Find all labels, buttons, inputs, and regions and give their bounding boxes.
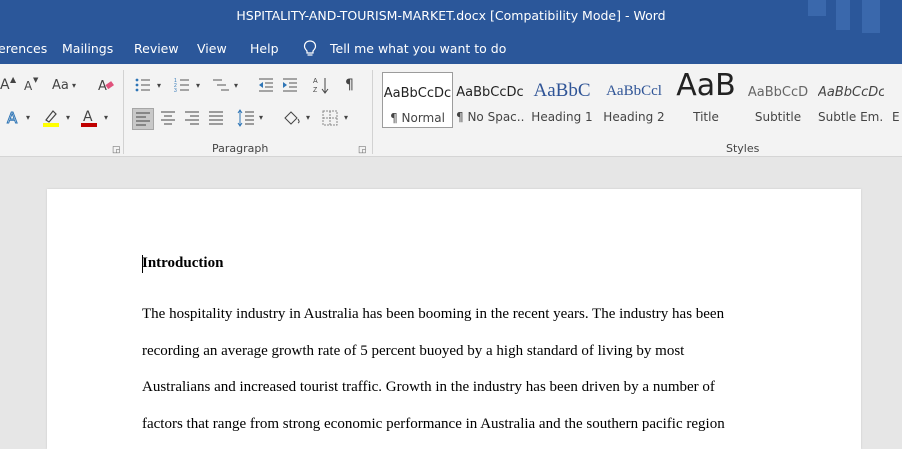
document-page[interactable]: Introduction The hospitality industry in… [47, 189, 861, 449]
paragraph-group-label: Paragraph [212, 142, 269, 155]
font-dialog-launcher-icon[interactable]: ◲ [112, 144, 121, 155]
style-sample: AaBbCcDc [383, 86, 452, 101]
borders-icon[interactable] [322, 110, 338, 126]
tab-help[interactable]: Help [250, 41, 279, 56]
style-name: Heading 1 [531, 110, 593, 124]
style-no-spacing[interactable]: AaBbCcDc ¶ No Spac... [456, 72, 524, 128]
svg-text:3: 3 [174, 88, 177, 92]
style-sample: AaBbCcl [606, 83, 662, 99]
style-name: Heading 2 [603, 110, 665, 124]
menu-bar: erences Mailings Review View Help Tell m… [0, 33, 902, 64]
tell-me-search[interactable]: Tell me what you want to do [330, 41, 506, 56]
group-divider [372, 70, 373, 154]
align-center-icon[interactable] [160, 111, 176, 125]
chevron-down-icon: ▾ [26, 113, 31, 122]
paragraph-dialog-launcher-icon[interactable]: ◲ [358, 144, 367, 155]
grow-font-button[interactable]: A [0, 78, 10, 92]
style-name: ¶ No Spac... [456, 110, 524, 124]
justify-icon[interactable] [208, 111, 224, 125]
sort-icon[interactable]: AZ [313, 76, 329, 94]
numbering-icon[interactable]: 123 [174, 78, 190, 92]
svg-text:A: A [83, 109, 93, 125]
bullets-icon[interactable] [135, 78, 151, 92]
document-heading[interactable]: Introduction [142, 255, 223, 272]
svg-text:A: A [7, 109, 18, 126]
text-effects-icon[interactable]: A [5, 108, 23, 127]
tab-mailings[interactable]: Mailings [62, 41, 113, 56]
clear-formatting-icon[interactable]: A [97, 77, 115, 93]
style-heading-1[interactable]: AaBbC Heading 1 [530, 72, 594, 128]
highlight-color-icon[interactable] [42, 108, 62, 128]
svg-text:A: A [313, 78, 318, 85]
style-title[interactable]: AaB Title [674, 68, 738, 128]
caret-up-icon: ▲ [10, 75, 17, 84]
tab-references[interactable]: erences [0, 41, 47, 56]
align-left-icon[interactable] [132, 108, 154, 130]
style-sample: AaBbCcDc [818, 85, 884, 100]
ribbon: A ▲ A ▼ Aa ▾ A A ▾ ▾ A ▾ ◲ ▾ 123 ▾ ▾ A Z… [0, 64, 902, 157]
style-name: ¶ Normal [390, 111, 445, 125]
chevron-down-icon: ▾ [259, 113, 264, 122]
style-name: Subtitle [754, 110, 802, 124]
paragraph-line[interactable]: recording an average growth rate of 5 pe… [142, 343, 684, 360]
style-normal[interactable]: AaBbCcDc ¶ Normal [382, 72, 453, 128]
font-color-icon[interactable]: A [80, 108, 100, 128]
style-sample: AaBbC [533, 80, 591, 101]
chevron-down-icon: ▾ [196, 81, 201, 90]
style-name: Title [693, 110, 719, 124]
lightbulb-icon[interactable] [303, 40, 317, 58]
decrease-indent-icon[interactable] [258, 78, 274, 92]
chevron-down-icon: ▾ [306, 113, 311, 122]
show-formatting-marks-icon[interactable]: ¶ [345, 78, 354, 92]
title-bar: HSPITALITY-AND-TOURISM-MARKET.docx [Comp… [0, 0, 902, 33]
window-title: HSPITALITY-AND-TOURISM-MARKET.docx [Comp… [236, 8, 666, 23]
shading-icon[interactable] [282, 109, 302, 127]
styles-group-label: Styles [726, 142, 760, 155]
paragraph-line[interactable]: Australians and increased tourist traffi… [142, 379, 715, 396]
paragraph-line[interactable]: The hospitality industry in Australia ha… [142, 306, 724, 323]
line-spacing-icon[interactable] [237, 109, 255, 127]
svg-text:Z: Z [313, 87, 318, 94]
style-sample: AaBbCcD [747, 85, 809, 100]
style-subtitle[interactable]: AaBbCcD Subtitle [746, 72, 810, 128]
shrink-font-button[interactable]: A [24, 80, 32, 92]
tab-view[interactable]: View [197, 41, 227, 56]
paragraph-line[interactable]: factors that range from strong economic … [142, 416, 725, 433]
style-sample: AaBbCcDc [456, 85, 524, 100]
chevron-down-icon: ▾ [104, 113, 109, 122]
group-divider [123, 70, 124, 154]
increase-indent-icon[interactable] [282, 78, 298, 92]
style-sample: AaB [676, 68, 736, 103]
svg-text:A: A [98, 79, 107, 93]
style-heading-2[interactable]: AaBbCcl Heading 2 [602, 72, 666, 128]
tab-review[interactable]: Review [134, 41, 179, 56]
caret-down-small-icon: ▼ [33, 76, 39, 84]
chevron-down-icon: ▾ [234, 81, 239, 90]
style-emphasis[interactable]: E [892, 72, 902, 128]
style-name: E [892, 110, 900, 124]
change-case-button[interactable]: Aa [52, 79, 69, 92]
chevron-down-icon: ▾ [344, 113, 349, 122]
document-canvas: Introduction The hospitality industry in… [0, 157, 902, 449]
style-subtle-emphasis[interactable]: AaBbCcDc Subtle Em... [818, 72, 884, 128]
chevron-down-icon: ▾ [157, 81, 162, 90]
chevron-down-icon: ▾ [66, 113, 71, 122]
align-right-icon[interactable] [184, 111, 200, 125]
text-cursor [142, 255, 143, 273]
chevron-down-icon: ▾ [72, 81, 77, 90]
style-name: Subtle Em... [818, 110, 884, 124]
multilevel-list-icon[interactable] [212, 78, 230, 92]
